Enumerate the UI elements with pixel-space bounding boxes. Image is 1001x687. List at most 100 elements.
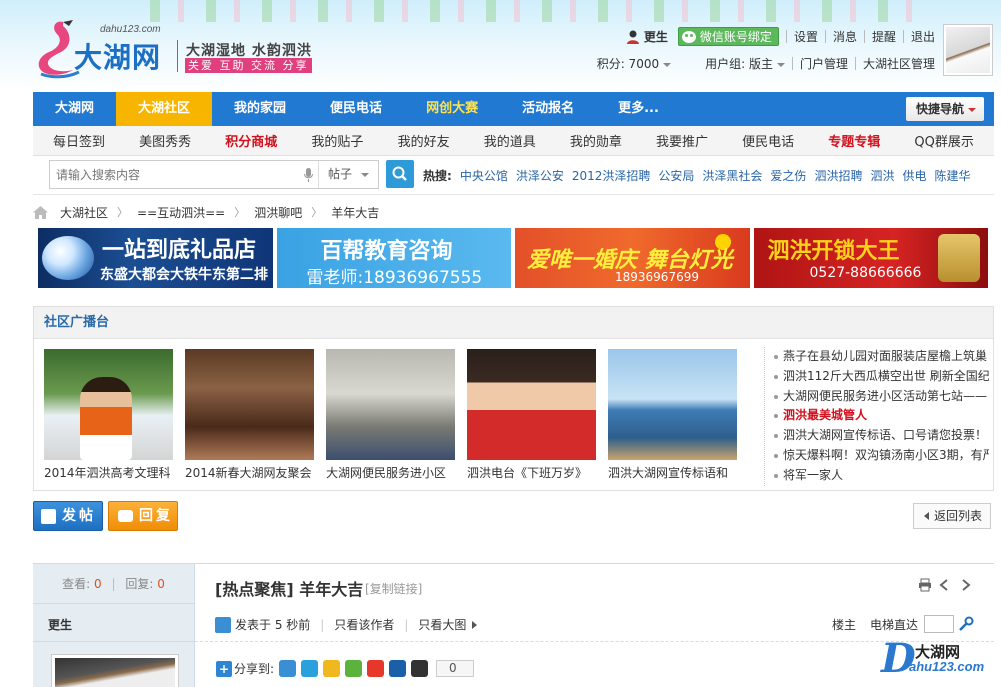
quick-nav-button[interactable]: 快捷导航 xyxy=(905,97,984,121)
nav-item-more[interactable]: 更多... xyxy=(596,92,681,126)
subnav-meitu[interactable]: 美图秀秀 xyxy=(139,131,191,150)
big-image-link[interactable]: 只看大图 xyxy=(418,616,466,633)
notifications-link[interactable]: 提醒 xyxy=(872,28,896,45)
hot-keyword[interactable]: 供电 xyxy=(902,167,926,184)
qzone-share-icon[interactable] xyxy=(279,660,297,677)
subnav-phone[interactable]: 便民电话 xyxy=(742,131,794,150)
news-item[interactable]: 泗洪112斤大西瓜横空出世 刷新全国纪 xyxy=(773,367,989,387)
prev-thread-icon[interactable] xyxy=(938,578,952,592)
wrench-icon[interactable] xyxy=(958,616,974,632)
news-item[interactable]: 泗洪大湖网宣传标语、口号请您投票！ xyxy=(773,426,989,446)
breadcrumb-item[interactable]: 大湖社区 xyxy=(60,204,108,221)
reply-button[interactable]: 回复 xyxy=(108,501,178,531)
hot-keyword[interactable]: 中央公馆 xyxy=(460,167,508,184)
logo-divider xyxy=(177,40,178,72)
new-post-button[interactable]: 发帖 xyxy=(33,501,103,531)
logo-text[interactable]: 大湖网 xyxy=(74,36,161,76)
community-admin-link[interactable]: 大湖社区管理 xyxy=(863,55,935,72)
subnav-my-friends[interactable]: 我的好友 xyxy=(398,131,450,150)
subnav-my-posts[interactable]: 我的贴子 xyxy=(311,131,363,150)
microphone-icon[interactable] xyxy=(304,168,313,182)
subnav-my-items[interactable]: 我的道具 xyxy=(484,131,536,150)
thumb-item[interactable]: 2014新春大湖网友聚会 xyxy=(185,349,314,481)
username-link[interactable]: 更生 xyxy=(644,28,668,45)
kaixin-share-icon[interactable] xyxy=(345,660,363,677)
nav-item-events[interactable]: 活动报名 xyxy=(500,92,596,126)
thread-post: 查看: 0 | 回复: 0 更生 [热点聚焦] 羊年大吉 [复制链接] 发表于 … xyxy=(33,563,994,687)
ad-title: 百帮教育咨询 xyxy=(320,238,453,264)
thumb-item[interactable]: 泗洪大湖网宣传标语和 xyxy=(608,349,737,481)
floor-jump-input[interactable] xyxy=(924,615,954,633)
ad-banner-locksmith[interactable]: 泗洪开锁大王 0527-88666666 xyxy=(753,228,988,288)
hot-keyword[interactable]: 2012洪泽招聘 xyxy=(572,167,651,184)
settings-link[interactable]: 设置 xyxy=(794,28,818,45)
home-icon[interactable] xyxy=(33,205,48,219)
nav-item-contest[interactable]: 网创大赛 xyxy=(404,92,500,126)
news-item[interactable]: 惊天爆料啊！双沟镇汤南小区3期，有严 xyxy=(773,446,989,466)
subnav-checkin[interactable]: 每日签到 xyxy=(53,131,105,150)
separator xyxy=(824,30,826,43)
news-item[interactable]: 泗洪最美城管人 xyxy=(773,406,989,426)
views-label: 查看: xyxy=(62,577,91,591)
subnav-topics[interactable]: 专题专辑 xyxy=(828,131,880,150)
plus-icon[interactable]: + xyxy=(216,660,232,677)
qq-share-icon[interactable] xyxy=(411,660,429,677)
nav-item-phone[interactable]: 便民电话 xyxy=(308,92,404,126)
hot-keyword[interactable]: 泗洪招聘 xyxy=(814,167,862,184)
user-avatar[interactable] xyxy=(943,24,993,76)
chevron-right-icon: 〉 xyxy=(117,206,129,219)
hot-keyword[interactable]: 爱之伤 xyxy=(770,167,806,184)
hot-keyword[interactable]: 陈建华 xyxy=(934,167,970,184)
wechat-bind-button[interactable]: 微信账号绑定 xyxy=(677,27,779,46)
copy-link-button[interactable]: [复制链接] xyxy=(365,580,422,597)
messages-link[interactable]: 消息 xyxy=(833,28,857,45)
usergroup-dropdown[interactable]: 用户组: 版主 xyxy=(705,55,785,72)
hot-keyword[interactable]: 公安局 xyxy=(658,167,694,184)
news-item[interactable]: 将军一家人 xyxy=(773,466,989,486)
header-decoration xyxy=(150,0,930,22)
nav-item-community[interactable]: 大湖社区 xyxy=(116,92,213,126)
sina-weibo-share-icon[interactable] xyxy=(367,660,385,677)
subnav-my-medals[interactable]: 我的勋章 xyxy=(570,131,622,150)
logout-link[interactable]: 退出 xyxy=(911,28,935,45)
news-item[interactable]: 大湖网便民服务进小区活动第七站—— xyxy=(773,387,989,407)
broadcast-title: 社区广播台 xyxy=(34,307,993,339)
ad-banner-education[interactable]: 百帮教育咨询 雷老师:18936967555 xyxy=(276,228,511,288)
subnav-promote[interactable]: 我要推广 xyxy=(656,131,708,150)
slogan-main: 大湖湿地 水韵泗洪 xyxy=(186,43,312,59)
subnav-qq-groups[interactable]: QQ群展示 xyxy=(914,131,973,150)
subnav-points-mall[interactable]: 积分商城 xyxy=(225,131,277,150)
search-type-select[interactable]: 帖子 xyxy=(318,161,379,188)
share-count: 0 xyxy=(436,660,475,677)
only-author-link[interactable]: 只看该作者 xyxy=(334,616,394,633)
hot-keyword[interactable]: 洪泽公安 xyxy=(516,167,564,184)
news-item[interactable]: 燕子在县幼儿园对面服装店屋檐上筑巢 xyxy=(773,347,989,367)
thumb-item[interactable]: 大湖网便民服务进小区 xyxy=(326,349,455,481)
thumb-item[interactable]: 泗洪电台《下班万岁》 xyxy=(467,349,596,481)
print-icon[interactable] xyxy=(918,578,932,592)
points-dropdown[interactable]: 积分: 7000 xyxy=(597,55,672,72)
pengyou-share-icon[interactable] xyxy=(323,660,341,677)
chevron-down-icon xyxy=(663,62,672,67)
search-input[interactable] xyxy=(56,161,296,188)
search-box: 帖子 xyxy=(49,160,379,189)
back-to-list-button[interactable]: 返回列表 xyxy=(912,503,991,529)
ad-banner-wedding[interactable]: 爱唯一婚庆 舞台灯光 18936967699 xyxy=(515,228,750,288)
hot-keyword[interactable]: 洪泽黑社会 xyxy=(702,167,762,184)
renren-share-icon[interactable] xyxy=(389,660,407,677)
author-name[interactable]: 更生 xyxy=(48,616,72,633)
author-avatar[interactable] xyxy=(51,654,179,687)
search-button[interactable] xyxy=(386,160,414,188)
breadcrumb-item[interactable]: 泗洪聊吧 xyxy=(254,204,302,221)
next-thread-icon[interactable] xyxy=(958,578,972,592)
nav-item-home[interactable]: 大湖网 xyxy=(33,92,116,126)
breadcrumb-item[interactable]: ==互动泗洪== xyxy=(137,204,225,221)
separator xyxy=(791,57,793,70)
portal-admin-link[interactable]: 门户管理 xyxy=(800,55,848,72)
qq-weibo-share-icon[interactable] xyxy=(301,660,319,677)
nav-item-my-home[interactable]: 我的家园 xyxy=(212,92,308,126)
ad-banner-gift-shop[interactable]: 一站到底礼品店 东盛大都会大铁牛东第二排 xyxy=(38,228,273,288)
hot-keyword[interactable]: 泗洪 xyxy=(870,167,894,184)
post-category[interactable]: [热点聚焦] xyxy=(215,580,294,599)
thumb-item[interactable]: 2014年泗洪高考文理科 xyxy=(44,349,173,481)
